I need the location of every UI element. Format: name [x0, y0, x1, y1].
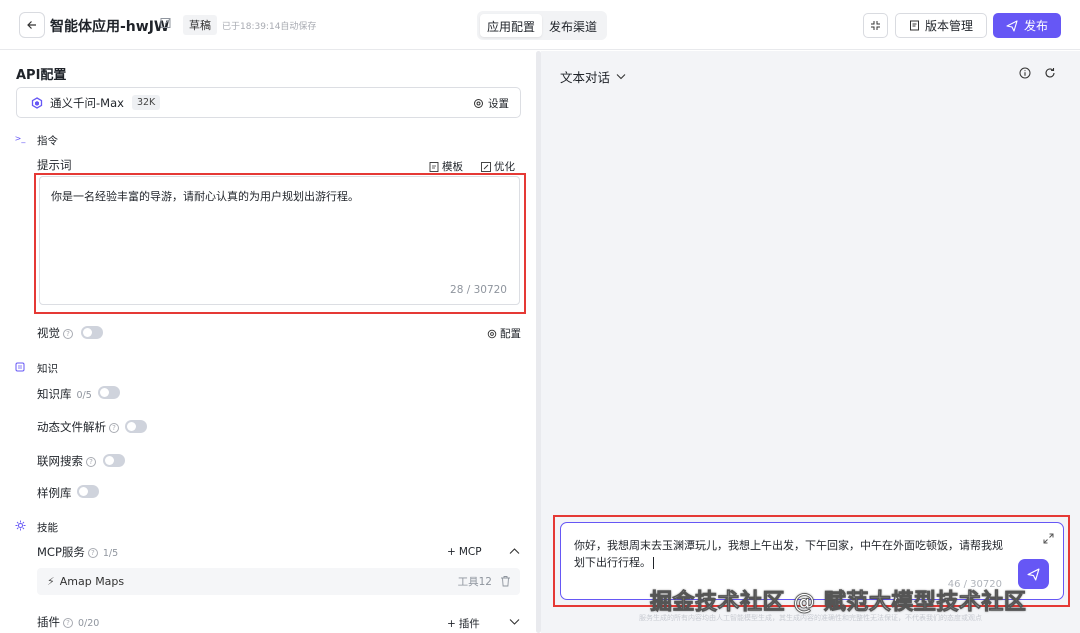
chat-input-value: 你好，我想周末去玉渊潭玩儿，我想上午出发，下午回家，中午在外面吃顿饭，请帮我规划…: [574, 539, 1003, 569]
add-plugin-button[interactable]: + 插件: [447, 616, 480, 631]
refresh-icon[interactable]: [1044, 67, 1056, 79]
vision-config-label: 配置: [500, 328, 521, 340]
sample-library-label: 样例库: [37, 486, 72, 500]
qwen-logo-icon: [31, 96, 43, 109]
chat-mode-label: 文本对话: [560, 70, 611, 85]
vision-toggle[interactable]: [81, 326, 103, 339]
chat-toolbar: [1019, 67, 1056, 79]
chat-preview-panel: 文本对话 你好，我想周末去玉渊潭玩儿，我想上午出发，下午回家，中午在外面吃顿饭，…: [541, 51, 1080, 633]
model-settings-button[interactable]: 设置: [473, 96, 509, 111]
mcp-item-amap[interactable]: ⚡ Amap Maps 工具12: [37, 568, 520, 595]
terminal-icon: >_: [14, 134, 26, 143]
web-search-label: 联网搜索?: [37, 453, 96, 469]
text-caret: [653, 557, 654, 569]
optimize-icon: [481, 161, 491, 172]
knowledge-base-toggle[interactable]: [98, 386, 120, 399]
api-config-title: API配置: [16, 68, 67, 83]
vision-label-text: 视觉: [37, 326, 60, 340]
publish-label: 发布: [1023, 19, 1048, 33]
model-name: 通义千问-Max: [50, 95, 124, 110]
knowledge-base-count: 0/5: [76, 390, 92, 401]
model-settings-label: 设置: [488, 98, 509, 110]
template-label: 模板: [442, 161, 463, 173]
help-icon[interactable]: ?: [63, 328, 73, 339]
mcp-service-label-text: MCP服务: [37, 545, 85, 559]
tab-publish-channel[interactable]: 发布渠道: [542, 14, 604, 37]
optimize-button[interactable]: 优化: [481, 159, 515, 174]
plugin-label-text: 插件: [37, 615, 60, 629]
prompt-text: 你是一名经验丰富的导游，请耐心认真的为用户规划出游行程。: [51, 190, 359, 203]
mcp-item-name: Amap Maps: [59, 575, 125, 588]
publish-button[interactable]: 发布: [993, 13, 1061, 38]
arrow-left-icon: [27, 21, 36, 29]
back-button[interactable]: [19, 12, 45, 38]
draft-badge: 草稿: [183, 15, 217, 35]
version-manage-label: 版本管理: [924, 19, 973, 33]
send-icon: [1006, 19, 1018, 32]
plugin-label: 插件? 0/20: [37, 614, 99, 630]
add-plugin-label: 插件: [458, 618, 480, 630]
chevron-down-icon: [616, 74, 626, 80]
gear-icon: [474, 99, 483, 108]
add-mcp-label: MCP: [458, 546, 482, 558]
help-icon[interactable]: ?: [109, 422, 119, 433]
collapse-button[interactable]: [863, 13, 888, 38]
send-icon: [1027, 567, 1040, 581]
tab-app-config[interactable]: 应用配置: [480, 14, 543, 37]
help-icon[interactable]: ?: [87, 547, 98, 558]
model-context-badge: 32K: [131, 95, 161, 110]
lightning-icon: ⚡: [47, 575, 55, 588]
config-panel: API配置 通义千问-Max 32K 设置 >_ 指令 提示词 模板 优化 你是…: [0, 51, 540, 633]
info-icon[interactable]: [1019, 67, 1031, 79]
skills-icon: [14, 520, 26, 531]
mcp-service-count: 1/5: [102, 548, 119, 559]
gear-icon: [487, 329, 497, 338]
web-search-toggle[interactable]: [103, 454, 125, 467]
prompt-label: 提示词: [37, 158, 72, 172]
chat-input-text: 你好，我想周末去玉渊潭玩儿，我想上午出发，下午回家，中午在外面吃顿饭，请帮我规划…: [574, 537, 1004, 571]
help-icon[interactable]: ?: [86, 456, 96, 467]
vision-label: 视觉?: [37, 325, 73, 341]
plugin-count: 0/20: [78, 618, 100, 629]
template-button[interactable]: 模板: [429, 159, 463, 174]
shrink-icon: [871, 21, 880, 30]
document-icon: [909, 20, 919, 31]
dynamic-file-label: 动态文件解析?: [37, 419, 119, 435]
version-manage-button[interactable]: 版本管理: [895, 13, 987, 38]
knowledge-icon: [14, 361, 26, 372]
chevron-up-icon[interactable]: [509, 547, 520, 555]
watermark: 掘金技术社区 @ 赋范大模型技术社区: [650, 590, 1027, 616]
optimize-label: 优化: [494, 161, 515, 173]
view-tabs: 应用配置 发布渠道: [477, 11, 608, 40]
dynamic-file-label-text: 动态文件解析: [37, 420, 106, 434]
prompt-char-count: 28 / 30720: [450, 284, 507, 296]
prompt-textarea[interactable]: 你是一名经验丰富的导游，请耐心认真的为用户规划出游行程。 28 / 30720: [39, 176, 520, 305]
dynamic-file-toggle[interactable]: [125, 420, 147, 433]
vision-config-button[interactable]: 配置: [487, 326, 521, 341]
template-icon: [429, 161, 439, 172]
mcp-item-tools: 工具12: [457, 576, 492, 588]
plus-icon: +: [447, 546, 456, 558]
web-search-label-text: 联网搜索: [37, 454, 83, 468]
knowledge-base-label-text: 知识库: [37, 387, 72, 401]
knowledge-group-label: 知识: [37, 363, 58, 375]
top-bar: 智能体应用-hwJW 草稿 已于18:39:14自动保存 应用配置 发布渠道 版…: [0, 0, 1080, 50]
instruction-group-label: 指令: [37, 135, 58, 147]
expand-icon[interactable]: [1043, 533, 1054, 544]
model-selector[interactable]: 通义千问-Max 32K 设置: [16, 87, 521, 118]
plus-icon: +: [447, 617, 456, 630]
knowledge-base-label: 知识库 0/5: [37, 386, 92, 402]
mcp-service-label: MCP服务? 1/5: [37, 544, 118, 560]
chat-mode-dropdown[interactable]: 文本对话: [560, 67, 626, 86]
chevron-down-icon[interactable]: [509, 618, 520, 626]
help-icon[interactable]: ?: [63, 617, 73, 628]
add-mcp-button[interactable]: + MCP: [447, 546, 482, 558]
skills-group-label: 技能: [37, 522, 58, 534]
sample-library-toggle[interactable]: [77, 485, 99, 498]
autosave-status: 已于18:39:14自动保存: [222, 22, 317, 32]
app-title: 智能体应用-hwJW: [50, 19, 170, 35]
trash-icon[interactable]: [500, 575, 511, 587]
edit-icon[interactable]: [160, 17, 172, 29]
